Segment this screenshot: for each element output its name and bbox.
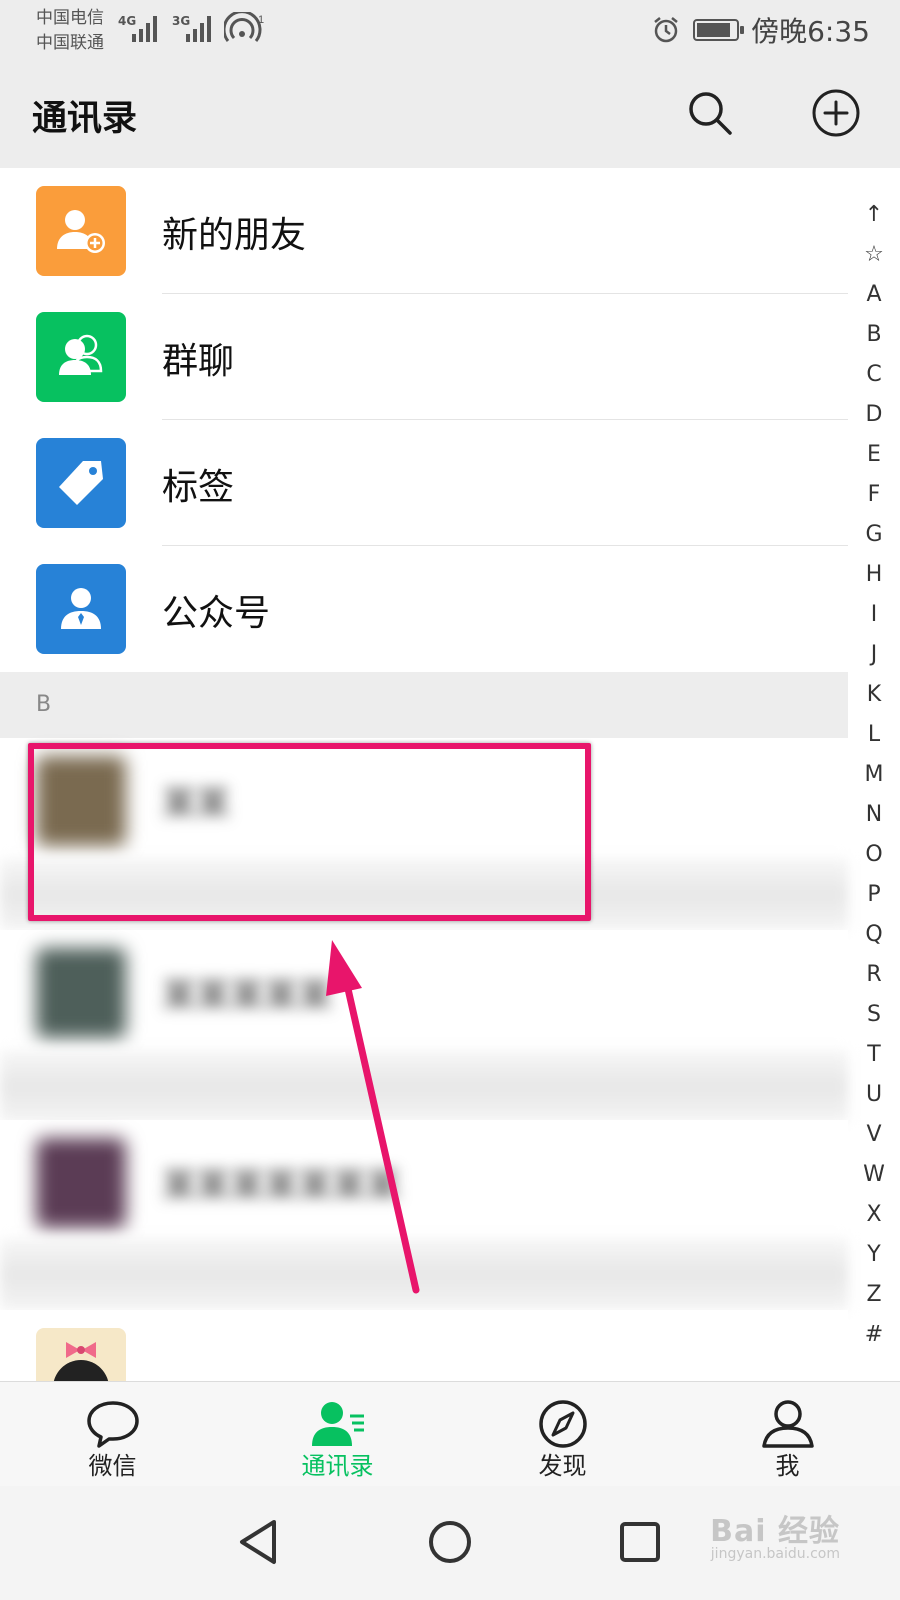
signal-icon-1 <box>132 16 157 42</box>
add-friend-icon <box>57 210 105 253</box>
alphabet-index-item[interactable]: O <box>848 835 900 875</box>
alphabet-index-item[interactable]: T <box>848 1035 900 1075</box>
watermark: Bai 经验 <box>710 1514 840 1549</box>
alphabet-index-item[interactable]: S <box>848 995 900 1035</box>
carrier-2: 中国联通 <box>36 33 104 53</box>
alphabet-index[interactable]: ↑ ☆ A B C D E F G H I J K L M N O P Q R S T U V W X Y Z # <box>848 195 900 1355</box>
official-accounts-item[interactable]: 公众号 <box>0 546 848 672</box>
alphabet-index-item[interactable]: ☆ <box>848 235 900 275</box>
hotspot-count: 1 <box>258 14 264 26</box>
alphabet-index-item[interactable]: Q <box>848 915 900 955</box>
status-right: 傍晚6:35 <box>651 10 870 50</box>
carrier-names: 中国电信 中国联通 <box>36 6 104 56</box>
tab-label: 通讯录 <box>301 1452 374 1480</box>
system-nav-bar: Bai 经验 jingyan.baidu.com <box>0 1486 900 1600</box>
alphabet-index-item[interactable]: A <box>848 275 900 315</box>
battery-icon <box>693 19 745 41</box>
alphabet-index-item[interactable]: D <box>848 395 900 435</box>
alphabet-index-item[interactable]: N <box>848 795 900 835</box>
official-accounts-label: 公众号 <box>162 593 271 634</box>
carrier-1: 中国电信 <box>36 8 104 28</box>
section-header-b: B <box>0 672 848 738</box>
contact-row[interactable] <box>0 1310 848 1381</box>
hotspot-icon: 1 <box>224 12 264 42</box>
signal-icon-2 <box>186 16 211 42</box>
search-button[interactable] <box>684 87 736 139</box>
new-friends-label: 新的朋友 <box>162 215 307 256</box>
recents-square-icon <box>620 1522 660 1562</box>
tag-icon <box>59 461 103 505</box>
alphabet-index-item[interactable]: V <box>848 1115 900 1155</box>
tab-me[interactable]: 我 <box>675 1382 900 1487</box>
group-chat-icon <box>59 334 103 375</box>
alphabet-index-item[interactable]: B <box>848 315 900 355</box>
alphabet-index-item[interactable]: L <box>848 715 900 755</box>
avatar <box>36 948 126 1038</box>
avatar <box>36 1328 126 1381</box>
alphabet-index-item[interactable]: M <box>848 755 900 795</box>
highlight-box <box>28 743 591 921</box>
new-friends-icon-bg <box>36 186 126 276</box>
alarm-icon <box>654 17 678 43</box>
alphabet-index-item[interactable]: ↑ <box>848 195 900 235</box>
contact-name: 某某某某某 <box>162 976 332 1016</box>
plus-circle-icon <box>812 89 860 137</box>
tags-item[interactable]: 标签 <box>0 420 848 546</box>
alphabet-index-item[interactable]: F <box>848 475 900 515</box>
page-title: 通讯录 <box>32 99 138 139</box>
alphabet-index-item[interactable]: K <box>848 675 900 715</box>
alphabet-index-item[interactable]: X <box>848 1195 900 1235</box>
watermark-url: jingyan.baidu.com <box>710 1546 840 1562</box>
tags-label: 标签 <box>162 467 235 508</box>
alphabet-index-item[interactable]: E <box>848 435 900 475</box>
group-chats-label: 群聊 <box>162 341 235 382</box>
avatar <box>36 1138 126 1228</box>
alphabet-index-item[interactable]: # <box>848 1315 900 1355</box>
chat-bubble-icon <box>87 1401 139 1448</box>
app-header: 通讯录 <box>0 62 900 168</box>
tab-chats[interactable]: 微信 <box>0 1382 225 1487</box>
tab-discover[interactable]: 发现 <box>450 1382 675 1487</box>
alphabet-index-item[interactable]: P <box>848 875 900 915</box>
tab-label: 我 <box>775 1452 800 1480</box>
alphabet-index-item[interactable]: H <box>848 555 900 595</box>
group-chats-icon-bg <box>36 312 126 402</box>
back-button[interactable] <box>232 1514 288 1570</box>
compass-icon <box>539 1400 587 1448</box>
arrow-annotation <box>326 940 420 1294</box>
alphabet-index-item[interactable]: I <box>848 595 900 635</box>
alphabet-index-item[interactable]: R <box>848 955 900 995</box>
alphabet-index-item[interactable]: Y <box>848 1235 900 1275</box>
home-button[interactable] <box>422 1514 478 1570</box>
tab-label: 发现 <box>538 1452 587 1480</box>
tab-label: 微信 <box>88 1452 137 1480</box>
alphabet-index-item[interactable]: G <box>848 515 900 555</box>
contacts-icon <box>312 1402 364 1446</box>
home-circle-icon <box>429 1521 471 1563</box>
bottom-tab-bar: 微信 通讯录 发现 我 <box>0 1381 900 1486</box>
status-time: 傍晚6:35 <box>751 15 870 48</box>
alphabet-index-item[interactable]: J <box>848 635 900 675</box>
official-accounts-icon-bg <box>36 564 126 654</box>
search-icon <box>689 92 732 135</box>
tags-icon-bg <box>36 438 126 528</box>
back-triangle-icon <box>240 1520 276 1564</box>
alphabet-index-item[interactable]: Z <box>848 1275 900 1315</box>
section-letter: B <box>36 692 52 717</box>
official-account-icon <box>61 588 101 629</box>
status-bar: 中国电信 中国联通 4G 3G 1 傍晚6:35 <box>0 0 900 62</box>
person-icon <box>762 1400 814 1448</box>
tab-contacts[interactable]: 通讯录 <box>225 1382 450 1487</box>
add-button[interactable] <box>810 87 862 139</box>
new-friends-item[interactable]: 新的朋友 <box>0 168 848 294</box>
group-chats-item[interactable]: 群聊 <box>0 294 848 420</box>
alphabet-index-item[interactable]: C <box>848 355 900 395</box>
alphabet-index-item[interactable]: U <box>848 1075 900 1115</box>
recents-button[interactable] <box>612 1514 668 1570</box>
bow-icon <box>53 1342 109 1381</box>
alphabet-index-item[interactable]: W <box>848 1155 900 1195</box>
